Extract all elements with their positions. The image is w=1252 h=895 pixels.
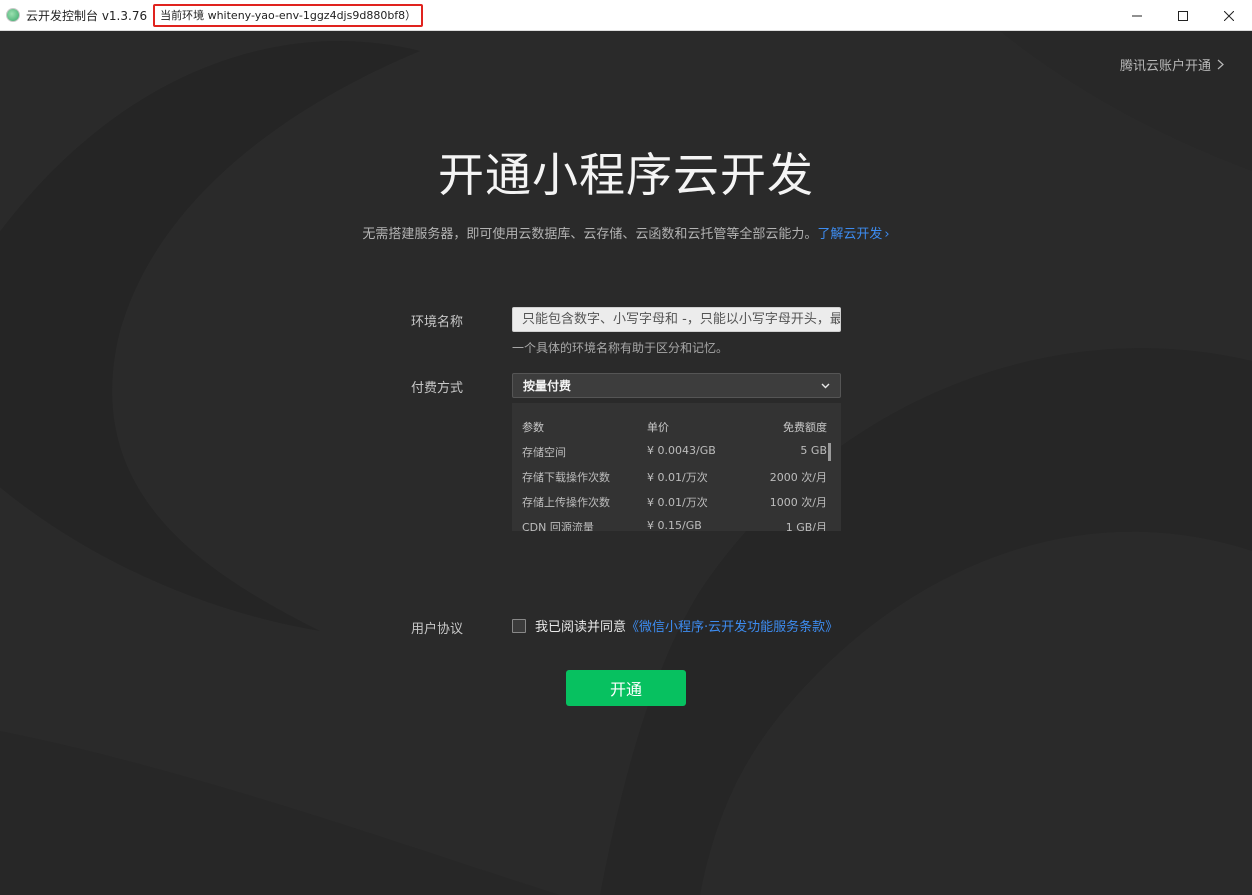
chevron-down-icon bbox=[821, 383, 830, 388]
table-cell: 存储下载操作次数 bbox=[522, 471, 610, 484]
terms-link[interactable]: 《微信小程序·云开发功能服务条款》 bbox=[626, 616, 838, 635]
app-title: 云开发控制台 v1.3.76 bbox=[26, 8, 148, 23]
table-cell: 存储空间 bbox=[522, 446, 566, 459]
table-cell: 存储上传操作次数 bbox=[522, 496, 610, 509]
main-panel: 腾讯云账户开通 开通小程序云开发 无需搭建服务器，即可使用云数据库、云存储、云函… bbox=[0, 31, 1252, 895]
page-description: 无需搭建服务器，即可使用云数据库、云存储、云函数和云托管等全部云能力。了解云开发… bbox=[0, 223, 1252, 242]
table-cell: ¥ 0.01/万次 bbox=[647, 496, 708, 509]
table-header-param: 参数 bbox=[522, 421, 544, 434]
table-scrollbar[interactable] bbox=[828, 443, 831, 461]
window-titlebar: 云开发控制台 v1.3.76 当前环境 whiteny-yao-env-1ggz… bbox=[0, 0, 1252, 31]
maximize-icon bbox=[1178, 10, 1188, 21]
window-controls bbox=[1114, 0, 1252, 31]
table-cell: 1 GB/月 bbox=[785, 521, 827, 531]
current-env-label: 当前环境 whiteny-yao-env-1ggz4djs9d880bf8） bbox=[153, 3, 424, 27]
table-cell: ¥ 0.15/GB bbox=[647, 519, 702, 531]
description-text: 无需搭建服务器，即可使用云数据库、云存储、云函数和云托管等全部云能力。 bbox=[362, 227, 818, 242]
env-name-label: 环境名称 bbox=[411, 315, 464, 330]
table-cell: ¥ 0.01/万次 bbox=[647, 471, 708, 484]
account-link-text: 腾讯云账户开通 bbox=[1119, 59, 1211, 74]
app-logo-icon bbox=[6, 8, 20, 22]
table-cell: CDN 回源流量 bbox=[522, 521, 594, 531]
table-row: 存储上传操作次数 ¥ 0.01/万次 1000 次/月 bbox=[512, 488, 831, 513]
chevron-right-icon bbox=[1217, 59, 1224, 70]
table-cell: 1000 次/月 bbox=[769, 496, 827, 509]
table-header-row: 参数 单价 免费额度 bbox=[512, 413, 831, 438]
table-row: CDN 回源流量 ¥ 0.15/GB 1 GB/月 bbox=[512, 513, 831, 531]
table-header-free-quota: 免费额度 bbox=[783, 421, 827, 434]
table-row: 存储空间 ¥ 0.0043/GB 5 GB bbox=[512, 438, 831, 463]
agreement-text: 我已阅读并同意 bbox=[535, 620, 627, 635]
payment-method-select[interactable]: 按量付费 bbox=[512, 373, 841, 398]
learn-more-link[interactable]: 了解云开发 bbox=[817, 227, 882, 242]
env-name-input[interactable]: 只能包含数字、小写字母和 -，只能以小写字母开头，最多 bbox=[512, 307, 841, 332]
minimize-button[interactable] bbox=[1114, 0, 1160, 31]
payment-method-label: 付费方式 bbox=[411, 381, 464, 396]
agreement-label: 用户协议 bbox=[411, 622, 464, 637]
env-name-hint: 一个具体的环境名称有助于区分和记忆。 bbox=[512, 341, 729, 355]
tencent-cloud-account-link[interactable]: 腾讯云账户开通 bbox=[1120, 55, 1224, 74]
chevron-right-icon: › bbox=[884, 227, 890, 242]
page-title: 开通小程序云开发 bbox=[438, 148, 814, 202]
table-header-price: 单价 bbox=[647, 421, 669, 434]
agreement-row: 我已阅读并同意 《微信小程序·云开发功能服务条款》 bbox=[512, 616, 838, 635]
table-row: 存储下载操作次数 ¥ 0.01/万次 2000 次/月 bbox=[512, 463, 831, 488]
price-table[interactable]: 参数 单价 免费额度 存储空间 ¥ 0.0043/GB 5 GB 存储下载操作次… bbox=[512, 403, 841, 531]
maximize-button[interactable] bbox=[1160, 0, 1206, 31]
table-cell: ¥ 0.0043/GB bbox=[647, 444, 716, 457]
close-button[interactable] bbox=[1206, 0, 1252, 31]
payment-method-value: 按量付费 bbox=[523, 379, 572, 393]
minimize-icon bbox=[1132, 15, 1142, 16]
agreement-checkbox[interactable] bbox=[512, 618, 526, 633]
activate-button[interactable]: 开通 bbox=[566, 670, 686, 706]
close-icon bbox=[1224, 10, 1234, 21]
table-cell: 5 GB bbox=[800, 444, 827, 457]
table-cell: 2000 次/月 bbox=[769, 471, 827, 484]
